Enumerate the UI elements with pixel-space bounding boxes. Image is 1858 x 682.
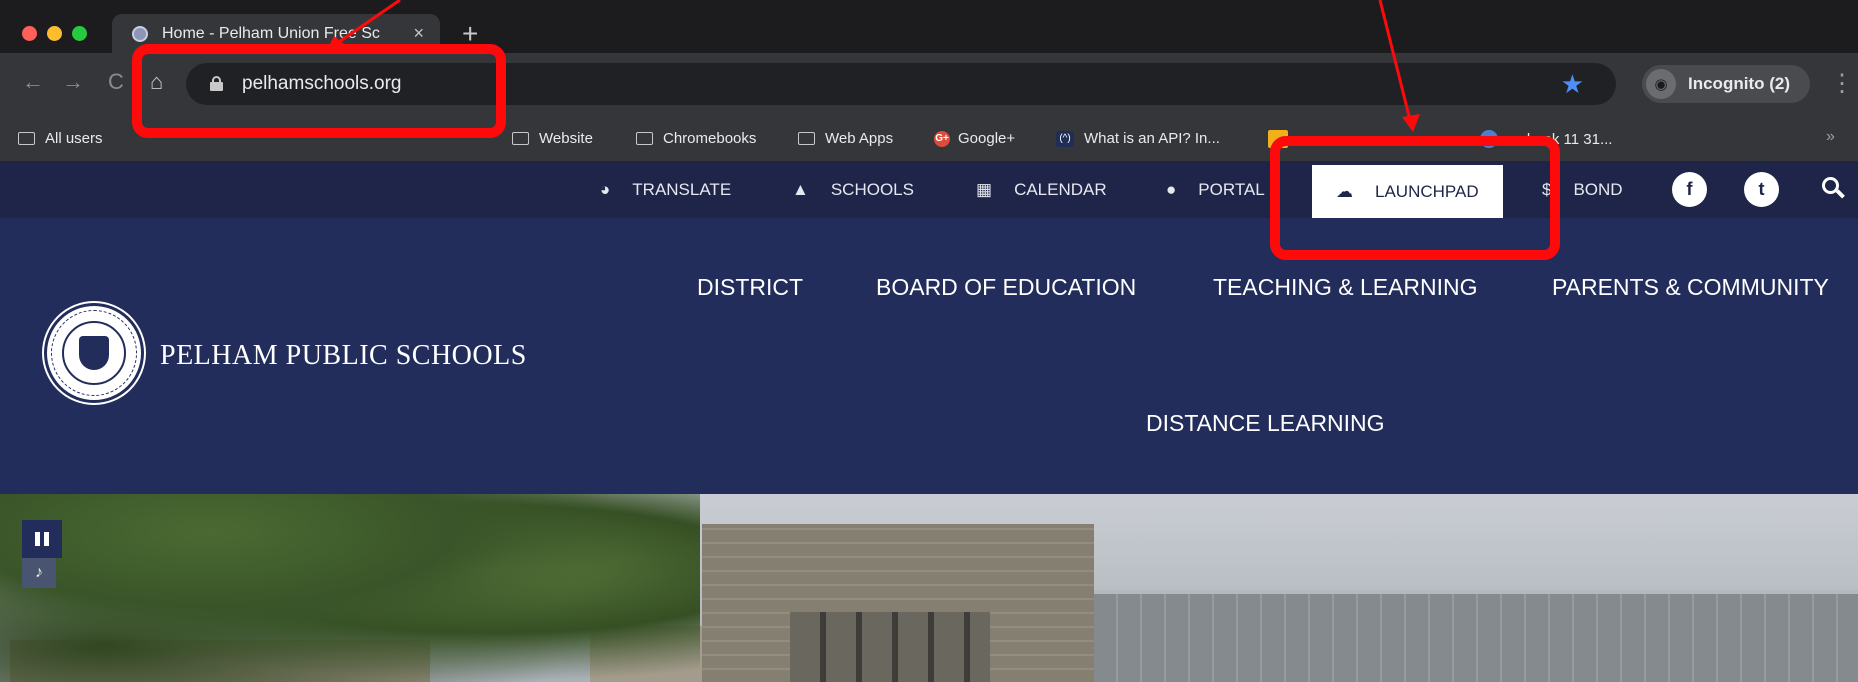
- arrow-head-url: [326, 36, 344, 52]
- arrow-to-url: [335, 0, 401, 46]
- arrow-head-launchpad: [1402, 114, 1420, 132]
- arrow-to-launchpad: [1378, 0, 1412, 121]
- annotation-arrows: [326, 0, 1420, 132]
